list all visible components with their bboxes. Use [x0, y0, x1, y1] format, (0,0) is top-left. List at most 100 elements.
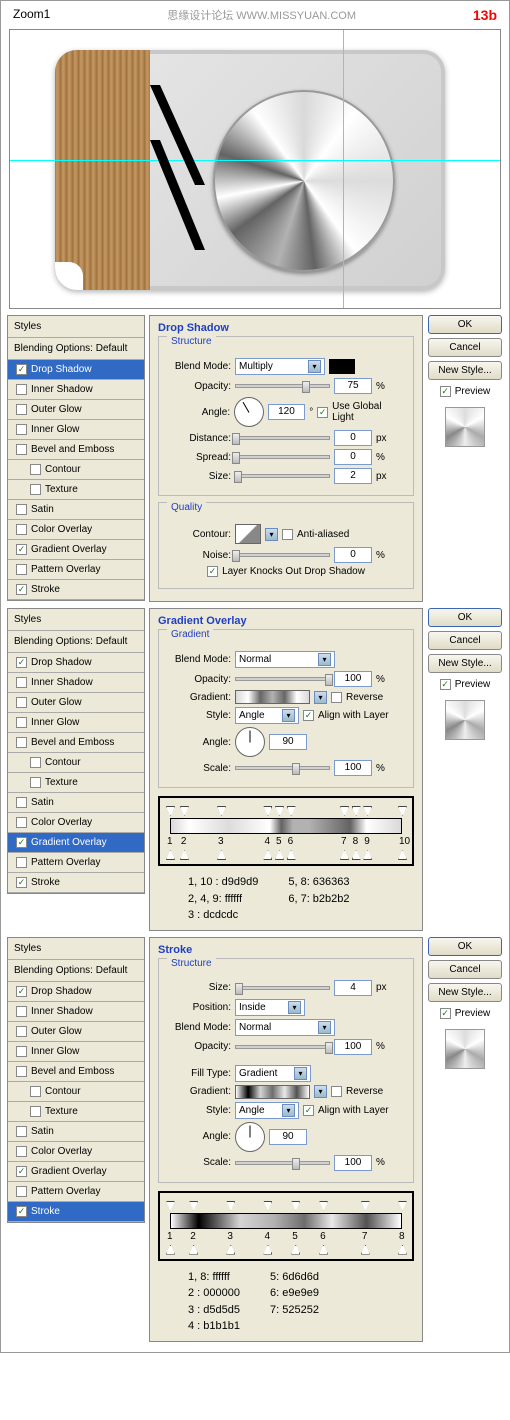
color-stop[interactable] [352, 850, 361, 860]
cancel-button[interactable]: Cancel [428, 631, 502, 650]
filltype-select[interactable]: Gradient▾ [235, 1065, 311, 1082]
opacity-input[interactable]: 75 [334, 378, 372, 394]
style-bevel[interactable]: Bevel and Emboss [8, 733, 144, 753]
style-satin[interactable]: Satin [8, 1122, 144, 1142]
new-style-button[interactable]: New Style... [428, 983, 502, 1002]
checkbox-icon[interactable] [16, 384, 27, 395]
checkbox-icon[interactable] [303, 710, 314, 721]
size-slider[interactable] [235, 986, 330, 990]
blending-options[interactable]: Blending Options: Default [8, 338, 144, 360]
angle-control[interactable] [235, 1122, 265, 1152]
checkbox-icon[interactable] [16, 524, 27, 535]
angle-control[interactable] [234, 397, 264, 427]
scale-slider[interactable] [235, 766, 330, 770]
checkbox-icon[interactable] [16, 564, 27, 575]
color-stop[interactable] [263, 850, 272, 860]
opacity-input[interactable]: 100 [334, 671, 372, 687]
opacity-stop[interactable] [398, 806, 407, 816]
gradient-swatch[interactable] [235, 1085, 310, 1099]
style-inner-glow[interactable]: Inner Glow [8, 713, 144, 733]
blend-mode-select[interactable]: Normal▾ [235, 1019, 335, 1036]
checkbox-icon[interactable] [317, 407, 328, 418]
opacity-slider[interactable] [235, 384, 330, 388]
opacity-stop[interactable] [352, 806, 361, 816]
gradient-bar[interactable] [170, 1213, 402, 1229]
opacity-stop[interactable] [275, 806, 284, 816]
color-stop[interactable] [166, 850, 175, 860]
style-satin[interactable]: Satin [8, 500, 144, 520]
style-drop-shadow[interactable]: Drop Shadow [8, 982, 144, 1002]
opacity-stop[interactable] [340, 806, 349, 816]
checkbox-icon[interactable] [16, 544, 27, 555]
shadow-color-swatch[interactable] [329, 359, 355, 374]
opacity-stop[interactable] [217, 806, 226, 816]
color-stop[interactable] [319, 1245, 328, 1255]
spread-input[interactable]: 0 [334, 449, 372, 465]
opacity-slider[interactable] [235, 1045, 330, 1049]
checkbox-icon[interactable] [16, 364, 27, 375]
angle-control[interactable] [235, 727, 265, 757]
opacity-stop[interactable] [166, 1201, 175, 1211]
size-input[interactable]: 4 [334, 980, 372, 996]
style-color-overlay[interactable]: Color Overlay [8, 520, 144, 540]
style-color-overlay[interactable]: Color Overlay [8, 813, 144, 833]
checkbox-icon[interactable] [440, 386, 451, 397]
checkbox-icon[interactable] [16, 424, 27, 435]
style-drop-shadow[interactable]: Drop Shadow [8, 360, 144, 380]
opacity-stop[interactable] [263, 806, 272, 816]
checkbox-icon[interactable] [30, 464, 41, 475]
spread-slider[interactable] [235, 455, 330, 459]
style-inner-glow[interactable]: Inner Glow [8, 420, 144, 440]
color-stop[interactable] [189, 1245, 198, 1255]
checkbox-icon[interactable] [16, 504, 27, 515]
angle-input[interactable]: 90 [269, 734, 307, 750]
color-stop[interactable] [217, 850, 226, 860]
style-gradient-overlay[interactable]: Gradient Overlay [8, 540, 144, 560]
color-stop[interactable] [166, 1245, 175, 1255]
chevron-down-icon[interactable]: ▾ [265, 528, 278, 541]
contour-swatch[interactable] [235, 524, 261, 544]
checkbox-icon[interactable] [303, 1105, 314, 1116]
style-satin[interactable]: Satin [8, 793, 144, 813]
style-texture[interactable]: Texture [8, 773, 144, 793]
blend-mode-select[interactable]: Normal▾ [235, 651, 335, 668]
checkbox-icon[interactable] [331, 692, 342, 703]
opacity-stop[interactable] [398, 1201, 407, 1211]
style-stroke[interactable]: Stroke [8, 1202, 144, 1222]
checkbox-icon[interactable] [16, 444, 27, 455]
new-style-button[interactable]: New Style... [428, 361, 502, 380]
scale-input[interactable]: 100 [334, 1155, 372, 1171]
style-color-overlay[interactable]: Color Overlay [8, 1142, 144, 1162]
color-stop[interactable] [180, 850, 189, 860]
style-gradient-overlay[interactable]: Gradient Overlay [8, 1162, 144, 1182]
checkbox-icon[interactable] [30, 484, 41, 495]
color-stop[interactable] [291, 1245, 300, 1255]
color-stop[interactable] [226, 1245, 235, 1255]
style-inner-shadow[interactable]: Inner Shadow [8, 380, 144, 400]
style-outer-glow[interactable]: Outer Glow [8, 400, 144, 420]
noise-input[interactable]: 0 [334, 547, 372, 563]
opacity-stop[interactable] [287, 806, 296, 816]
distance-slider[interactable] [235, 436, 330, 440]
opacity-input[interactable]: 100 [334, 1039, 372, 1055]
color-stop[interactable] [361, 1245, 370, 1255]
style-contour[interactable]: Contour [8, 753, 144, 773]
style-pattern-overlay[interactable]: Pattern Overlay [8, 560, 144, 580]
opacity-stop[interactable] [319, 1201, 328, 1211]
cancel-button[interactable]: Cancel [428, 960, 502, 979]
size-slider[interactable] [235, 474, 330, 478]
style-pattern-overlay[interactable]: Pattern Overlay [8, 853, 144, 873]
color-stop[interactable] [398, 1245, 407, 1255]
style-select[interactable]: Angle▾ [235, 707, 299, 724]
scale-input[interactable]: 100 [334, 760, 372, 776]
checkbox-icon[interactable] [331, 1086, 342, 1097]
style-texture[interactable]: Texture [8, 1102, 144, 1122]
opacity-stop[interactable] [226, 1201, 235, 1211]
style-contour[interactable]: Contour [8, 1082, 144, 1102]
style-outer-glow[interactable]: Outer Glow [8, 1022, 144, 1042]
color-stop[interactable] [287, 850, 296, 860]
style-drop-shadow[interactable]: Drop Shadow [8, 653, 144, 673]
style-select[interactable]: Angle▾ [235, 1102, 299, 1119]
noise-slider[interactable] [235, 553, 330, 557]
chevron-down-icon[interactable]: ▾ [314, 691, 327, 704]
